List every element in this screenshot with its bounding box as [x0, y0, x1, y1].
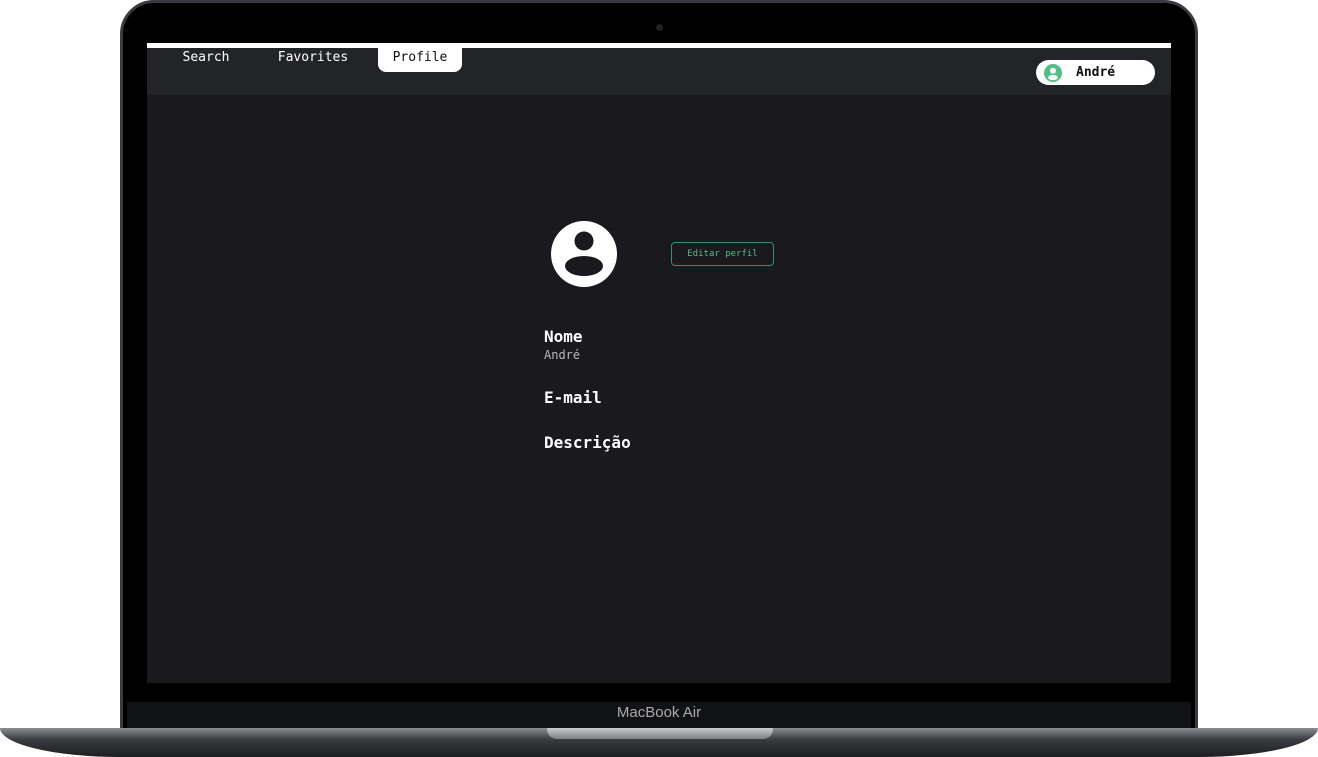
device-brand-label: MacBook Air — [616, 704, 702, 721]
description-label: Descrição — [544, 433, 631, 452]
edit-profile-button[interactable]: Editar perfil — [671, 242, 774, 266]
name-label: Nome — [544, 327, 583, 346]
hinge-notch — [547, 728, 773, 739]
account-circle-icon — [1044, 63, 1062, 82]
name-value: André — [544, 348, 581, 362]
user-menu-button[interactable]: André — [1036, 60, 1155, 85]
user-name: André — [1076, 65, 1116, 80]
tab-search[interactable]: Search — [171, 48, 241, 72]
header: Search Favorites Profile André — [147, 48, 1171, 95]
profile-avatar-icon — [551, 221, 617, 287]
tab-profile[interactable]: Profile — [378, 48, 462, 72]
camera — [656, 24, 663, 31]
app-screen: Search Favorites Profile André Editar pe… — [147, 43, 1171, 683]
tab-favorites[interactable]: Favorites — [268, 48, 358, 72]
email-label: E-mail — [544, 388, 602, 407]
